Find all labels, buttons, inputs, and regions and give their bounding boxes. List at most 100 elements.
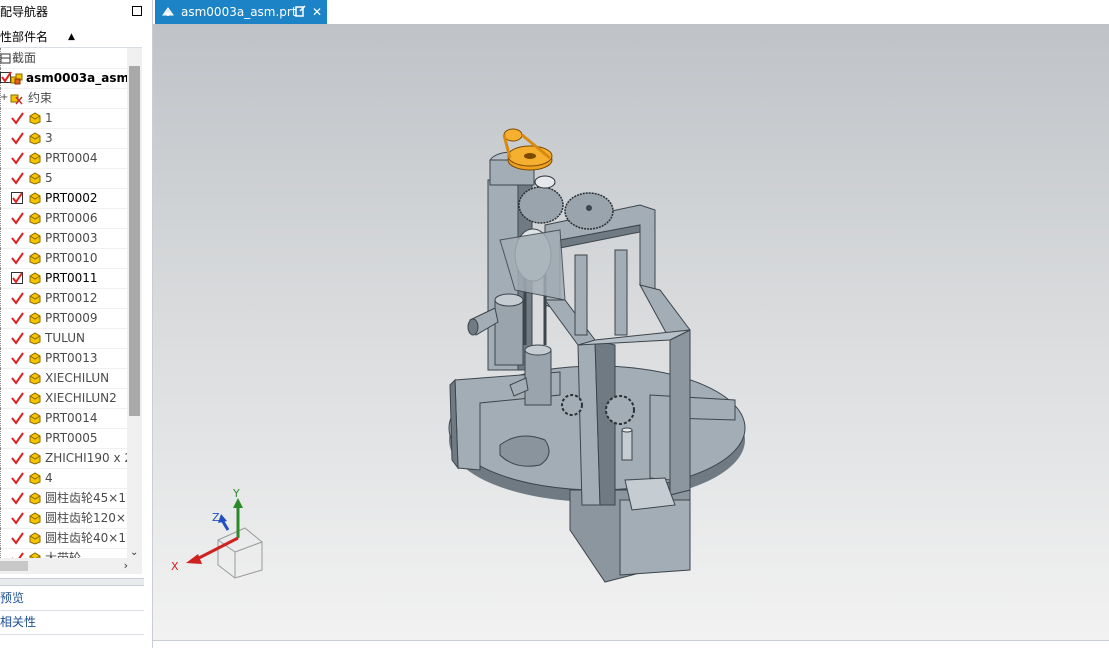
tree-node[interactable]: 圆柱齿轮40×1.	[0, 528, 127, 549]
tree-node[interactable]: 3	[0, 128, 127, 149]
part-icon	[29, 172, 41, 185]
part-icon	[29, 352, 41, 365]
tree-node-label: PRT0002	[45, 191, 98, 205]
tree-node[interactable]: PRT0004	[0, 148, 127, 169]
tree-node[interactable]: 1	[0, 108, 127, 129]
close-tab-icon[interactable]: ✕	[312, 0, 322, 24]
maximize-icon[interactable]	[132, 6, 142, 16]
check-icon[interactable]	[10, 251, 24, 265]
tree-node-label: PRT0003	[45, 231, 98, 245]
checkbox-checked-icon[interactable]	[10, 271, 24, 285]
check-icon[interactable]	[10, 211, 24, 225]
y-axis-label: Y	[232, 487, 240, 500]
check-icon[interactable]	[10, 471, 24, 485]
checkbox-checked-icon[interactable]	[10, 191, 24, 205]
check-icon[interactable]	[10, 511, 24, 525]
tree-guide	[0, 468, 5, 488]
tree-node-label: 4	[45, 471, 53, 485]
tree-node[interactable]: TULUN	[0, 328, 127, 349]
tree-node[interactable]: 4	[0, 468, 127, 489]
part-icon	[29, 412, 41, 425]
vertical-scroll-thumb[interactable]	[129, 66, 140, 416]
check-icon[interactable]	[10, 111, 24, 125]
coordinate-triad: Y X Z	[171, 487, 263, 579]
horizontal-scrollbar[interactable]: ›	[0, 558, 142, 574]
sort-ascending-icon[interactable]: ▲	[68, 27, 75, 47]
tab-asm0003a-asm[interactable]: asm0003a_asm.prt ✕	[155, 0, 327, 24]
scroll-down-icon[interactable]: ⌄	[130, 547, 138, 558]
x-axis-label: X	[171, 560, 179, 573]
tree-node[interactable]: PRT0009	[0, 308, 127, 329]
tree-node[interactable]: PRT0002	[0, 188, 127, 209]
column-header-label: 性部件名	[0, 30, 49, 44]
tree-guide	[0, 388, 5, 408]
scroll-right-icon[interactable]: ›	[124, 558, 128, 574]
check-icon[interactable]	[10, 431, 24, 445]
check-icon[interactable]	[10, 231, 24, 245]
graphics-viewport[interactable]: Y X Z	[153, 24, 1109, 640]
part-icon	[29, 312, 41, 325]
part-icon	[29, 512, 41, 525]
tree-node[interactable]: XIECHILUN2	[0, 388, 127, 409]
dependencies-section[interactable]: 相关性	[0, 610, 144, 635]
check-icon[interactable]	[10, 531, 24, 545]
tree-node[interactable]: PRT0005	[0, 428, 127, 449]
tree-node[interactable]: PRT0003	[0, 228, 127, 249]
check-icon[interactable]	[10, 171, 24, 185]
assembly-file-icon	[162, 7, 174, 16]
tree-node[interactable]: PRT0006	[0, 208, 127, 229]
tree-node-label: 圆柱齿轮40×1.	[45, 531, 127, 545]
tree-node-label: 圆柱齿轮45×1.	[45, 491, 127, 505]
tree-node[interactable]: XIECHILUN	[0, 368, 127, 389]
check-icon[interactable]	[10, 131, 24, 145]
tree-node-label: asm0003a_asm (	[26, 71, 127, 85]
check-icon[interactable]	[10, 311, 24, 325]
preview-section[interactable]: 预览	[0, 586, 144, 611]
tree-node-label: XIECHILUN	[45, 371, 110, 385]
tree-guide	[0, 188, 5, 208]
part-icon	[29, 492, 41, 505]
tree-node[interactable]: 圆柱齿轮45×1.	[0, 488, 127, 509]
tree-node[interactable]: 圆柱齿轮120×1	[0, 508, 127, 529]
tree-node[interactable]: PRT0013	[0, 348, 127, 369]
tree-node[interactable]: PRT0012	[0, 288, 127, 309]
tree-guide	[0, 348, 5, 368]
tree-node[interactable]: 5	[0, 168, 127, 189]
tree-node[interactable]: asm0003a_asm (	[0, 68, 127, 89]
part-icon	[29, 252, 41, 265]
horizontal-scroll-thumb[interactable]	[0, 561, 28, 571]
check-icon[interactable]	[10, 391, 24, 405]
part-icon	[29, 452, 41, 465]
tree-node[interactable]: 截面	[0, 48, 127, 69]
check-icon[interactable]	[10, 331, 24, 345]
check-icon[interactable]	[10, 371, 24, 385]
check-icon[interactable]	[10, 151, 24, 165]
check-icon[interactable]	[10, 411, 24, 425]
tree-node[interactable]: PRT0014	[0, 408, 127, 429]
check-icon[interactable]	[10, 451, 24, 465]
tree-guide	[0, 488, 5, 508]
column-header[interactable]: 性部件名 ▲	[0, 27, 142, 48]
tree-guide	[0, 308, 5, 328]
tree-guide	[0, 368, 5, 388]
check-icon[interactable]	[10, 351, 24, 365]
vertical-scrollbar[interactable]: ⌄	[127, 48, 142, 560]
assembly-tree: 截面 asm0003a_asm ( + 约束 1 3 PRT0004 5 PRT0002 PRT0…	[0, 48, 127, 560]
tree-node-label: 1	[45, 111, 53, 125]
z-axis-label: Z	[212, 511, 220, 524]
check-icon[interactable]	[10, 491, 24, 505]
document-tab-bar: asm0003a_asm.prt ✕	[153, 0, 1109, 24]
panel-splitter[interactable]	[0, 578, 144, 586]
tree-node-label: ZHICHI190 x 2	[45, 451, 127, 465]
constraints-icon	[10, 94, 23, 105]
tree-node[interactable]: PRT0011	[0, 268, 127, 289]
tree-node[interactable]: PRT0010	[0, 248, 127, 269]
belt-drive	[502, 128, 553, 171]
assembly-model-view[interactable]: Y X Z	[153, 24, 1109, 640]
tree-guide	[0, 108, 5, 128]
tree-node[interactable]: + 约束	[0, 88, 127, 109]
part-icon	[29, 392, 41, 405]
tree-node[interactable]: ZHICHI190 x 2	[0, 448, 127, 469]
expand-icon[interactable]: +	[0, 88, 8, 108]
check-icon[interactable]	[10, 291, 24, 305]
